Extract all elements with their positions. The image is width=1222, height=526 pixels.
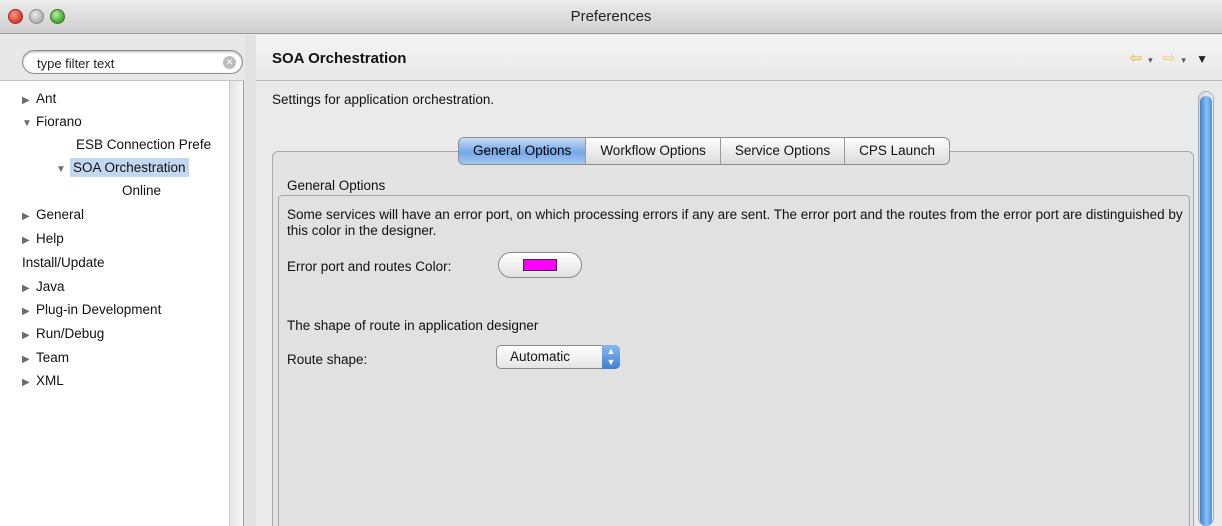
tab-general-options[interactable]: General Options [459, 138, 587, 164]
tree-item-xml[interactable]: ▶ XML [22, 370, 64, 392]
expand-arrow-icon[interactable]: ▶ [22, 301, 36, 323]
tree-item-run-debug[interactable]: ▶ Run/Debug [22, 323, 104, 345]
general-options-group [278, 195, 1190, 526]
tree-item-label: General [36, 207, 85, 222]
tree-item-label: Help [36, 231, 64, 246]
filter-bar: ✕ [0, 35, 244, 81]
tree-item-label: Java [36, 279, 65, 294]
tree-item-label: Install/Update [22, 255, 105, 270]
preferences-tree-panel: ✕ ▶Ant ▼Fiorano ESB Connection Prefe ▼SO… [0, 35, 244, 526]
clear-filter-icon[interactable]: ✕ [223, 56, 236, 69]
tree-item-plugin-development[interactable]: ▶ Plug-in Development [22, 299, 161, 321]
tab-cps-launch[interactable]: CPS Launch [845, 138, 949, 164]
tree-item-label: ESB Connection Prefe [76, 137, 212, 152]
tree-item-general[interactable]: ▶ General [22, 204, 84, 226]
expand-arrow-icon[interactable]: ▶ [22, 90, 36, 112]
collapse-arrow-icon[interactable]: ▼ [56, 159, 70, 181]
tab-bar: General Options Workflow Options Service… [458, 137, 950, 165]
page-header: SOA Orchestration ⇦ ▾ ⇨ ▾ ▼ [256, 35, 1222, 81]
error-color-label: Error port and routes Color: [287, 259, 452, 274]
tree-item-fiorano[interactable]: ▼ Fiorano [22, 111, 82, 133]
title-bar: Preferences [0, 0, 1222, 34]
tab-service-options[interactable]: Service Options [721, 138, 846, 164]
tree-item-team[interactable]: ▶ Team [22, 347, 69, 369]
color-swatch [523, 259, 557, 271]
group-title: General Options [287, 178, 386, 193]
expand-arrow-icon[interactable]: ▶ [22, 372, 36, 394]
back-arrow-icon[interactable]: ⇦ [1130, 50, 1143, 67]
page-navigation: ⇦ ▾ ⇨ ▾ ▼ [1124, 49, 1208, 67]
tree-item-label: Online [122, 183, 162, 198]
scrollbar-thumb[interactable] [1200, 96, 1212, 526]
tree-item-label: Fiorano [36, 114, 82, 129]
tree-item-install-update[interactable]: Install/Update [22, 252, 105, 274]
tree-item-label: SOA Orchestration [70, 158, 189, 177]
expand-arrow-icon[interactable]: ▶ [22, 349, 36, 371]
tree-item-esb-connection[interactable]: ESB Connection Prefe [76, 134, 211, 156]
tree-item-label: Team [36, 350, 70, 365]
route-shape-label: Route shape: [287, 352, 368, 367]
tab-workflow-options[interactable]: Workflow Options [586, 138, 721, 164]
tree-item-soa-orchestration[interactable]: ▼ SOA Orchestration [56, 157, 189, 179]
tree-item-ant[interactable]: ▶ Ant [22, 88, 56, 110]
page-title: SOA Orchestration [272, 50, 407, 67]
expand-arrow-icon[interactable]: ▶ [22, 230, 36, 252]
tree-item-label: Ant [36, 91, 57, 106]
expand-arrow-icon[interactable]: ▶ [22, 278, 36, 300]
error-color-button[interactable] [498, 252, 582, 278]
preference-page: SOA Orchestration ⇦ ▾ ⇨ ▾ ▼ Settings for a… [256, 35, 1222, 526]
tree-item-label: XML [36, 373, 64, 388]
page-description: Settings for application orchestration. [272, 92, 495, 107]
page-scrollbar[interactable] [1198, 91, 1214, 526]
filter-field[interactable]: ✕ [22, 50, 243, 74]
collapse-arrow-icon[interactable]: ▼ [22, 113, 36, 135]
route-shape-select[interactable]: Automatic ▲ ▼ [496, 345, 620, 369]
tree-item-help[interactable]: ▶ Help [22, 228, 64, 250]
filter-input[interactable] [37, 54, 217, 72]
tree-scrollbar[interactable] [229, 81, 243, 526]
tree-item-label: Run/Debug [36, 326, 105, 341]
back-history-dropdown-icon[interactable]: ▾ [1148, 55, 1153, 65]
tree-item-online[interactable]: Online [122, 180, 161, 202]
view-menu-icon[interactable]: ▼ [1196, 52, 1208, 66]
select-stepper-icon[interactable]: ▲ ▼ [602, 345, 620, 369]
window-title: Preferences [570, 8, 652, 25]
tree-item-java[interactable]: ▶ Java [22, 276, 65, 298]
forward-arrow-icon[interactable]: ⇨ [1163, 50, 1176, 67]
expand-arrow-icon[interactable]: ▶ [22, 325, 36, 347]
forward-history-dropdown-icon[interactable]: ▾ [1181, 55, 1186, 65]
route-shape-description: The shape of route in application design… [287, 318, 539, 333]
route-shape-value: Automatic [510, 349, 571, 364]
expand-arrow-icon[interactable]: ▶ [22, 206, 36, 228]
panel-splitter[interactable] [245, 35, 256, 526]
error-port-description: Some services will have an error port, o… [287, 207, 1183, 238]
tree-item-label: Plug-in Development [36, 302, 162, 317]
